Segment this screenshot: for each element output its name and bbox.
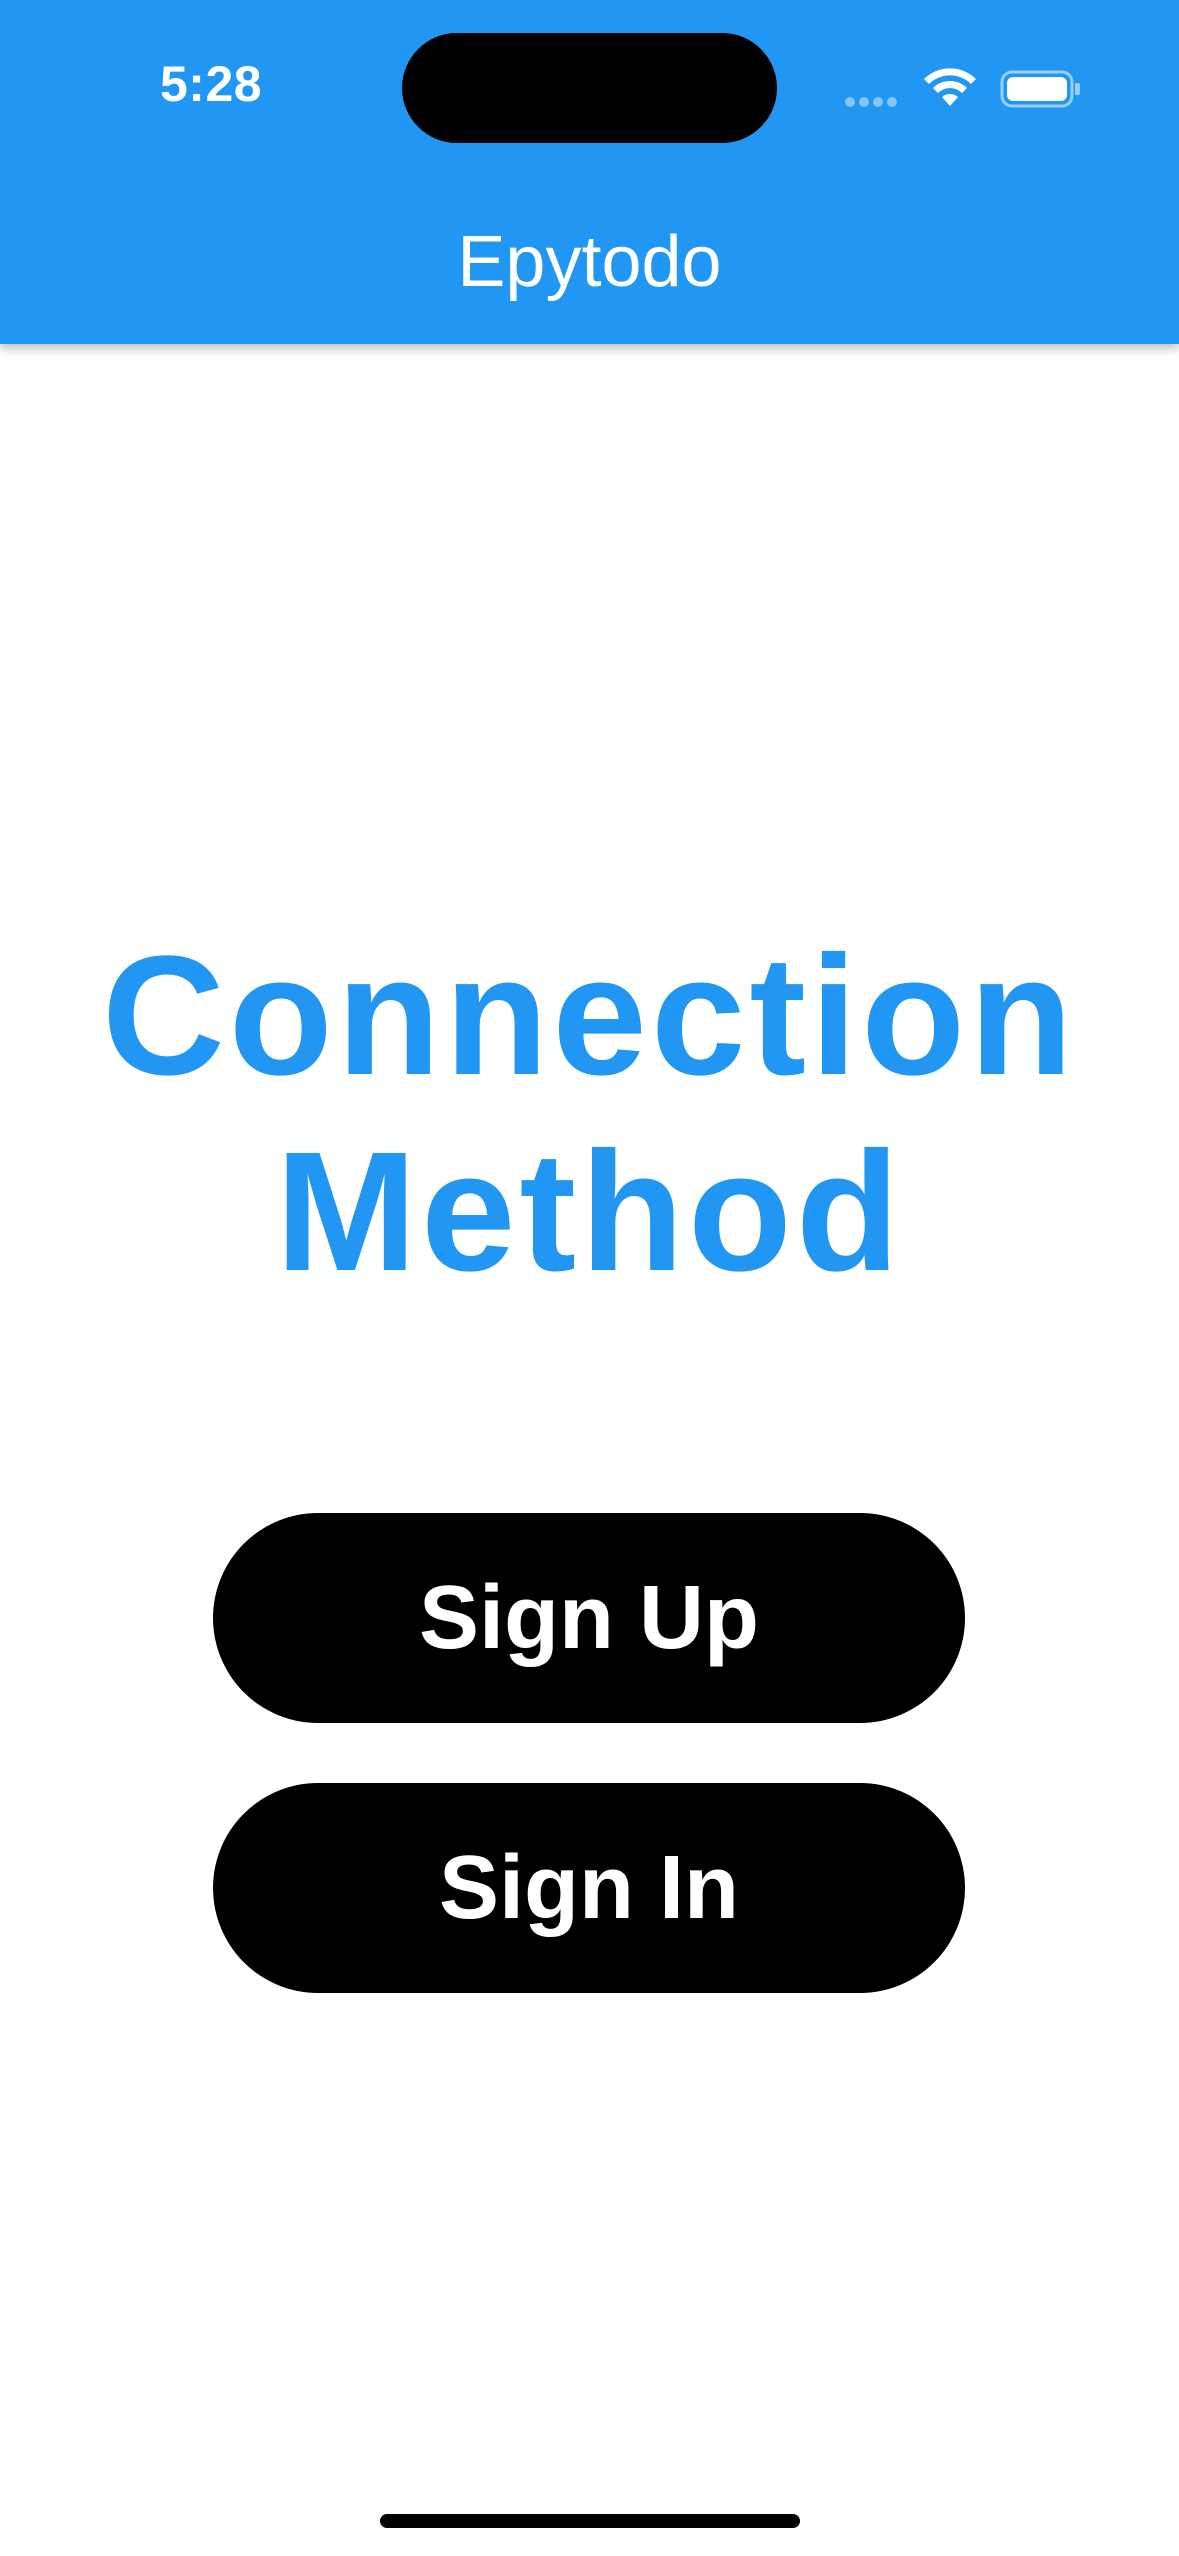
- signal-dots-icon: [845, 94, 905, 107]
- heading-line-1: Connection: [102, 921, 1077, 1111]
- heading-line-2: Method: [275, 1117, 904, 1307]
- status-time: 5:28: [160, 56, 263, 112]
- dynamic-island: [402, 33, 777, 143]
- app-bar: 5:28 Epytodo: [0, 0, 1179, 344]
- sign-up-button[interactable]: Sign Up: [213, 1513, 965, 1723]
- wifi-icon: [924, 68, 976, 106]
- sign-in-button[interactable]: Sign In: [213, 1783, 965, 1993]
- battery-icon: [1000, 70, 1080, 108]
- app-title: Epytodo: [457, 222, 722, 302]
- page-heading: Connection Method: [40, 918, 1139, 1310]
- home-indicator[interactable]: [380, 2514, 800, 2528]
